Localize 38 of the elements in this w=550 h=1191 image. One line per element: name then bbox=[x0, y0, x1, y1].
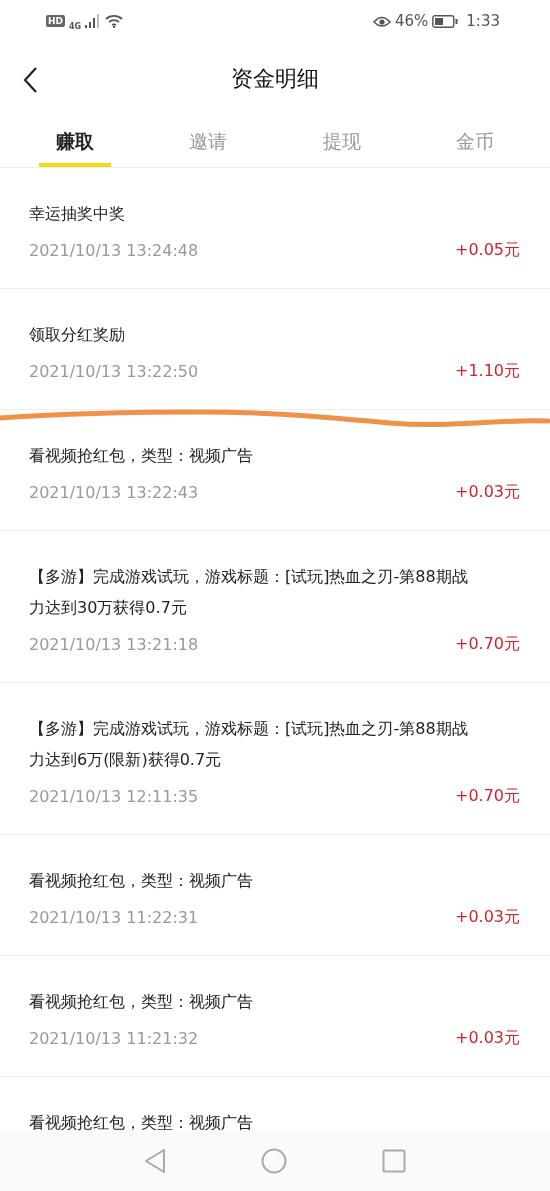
record-time: 2021/10/13 11:22:31 bbox=[29, 907, 199, 929]
network-type: 4G bbox=[69, 23, 82, 31]
record-time: 2021/10/13 13:21:18 bbox=[29, 634, 199, 656]
record-amount: +1.10元 bbox=[454, 359, 520, 382]
record-title: 【多游】完成游戏试玩，游戏标题：[试玩]热血之刃-第88期战力达到30万获得0.7元 bbox=[29, 566, 469, 619]
battery-percent: 46% bbox=[394, 10, 429, 32]
record-title: 看视频抢红包，类型：视频广告 bbox=[29, 1112, 254, 1134]
record-amount: +0.70元 bbox=[454, 632, 520, 655]
record-title: 领取分红奖励 bbox=[29, 324, 126, 346]
recents-nav-icon[interactable] bbox=[382, 1149, 406, 1173]
home-nav-icon[interactable] bbox=[261, 1148, 287, 1174]
wifi-icon bbox=[105, 14, 124, 28]
record-title: 看视频抢红包，类型：视频广告 bbox=[29, 870, 254, 892]
record-title: 幸运抽奖中奖 bbox=[29, 203, 126, 225]
tab[interactable]: 金币 bbox=[408, 126, 542, 167]
signal-icon bbox=[85, 14, 102, 28]
hd-indicator: HD bbox=[46, 14, 65, 28]
record-title: 看视频抢红包，类型：视频广告 bbox=[29, 445, 254, 467]
record-title: 【多游】完成游戏试玩，游戏标题：[试玩]热血之刃-第88期战力达到6万(限新)获得0.7元 bbox=[29, 718, 469, 771]
eye-icon bbox=[372, 14, 391, 28]
tab[interactable]: 提现 bbox=[275, 126, 409, 167]
record-time: 2021/10/13 12:11:35 bbox=[29, 786, 199, 808]
record-title: 看视频抢红包，类型：视频广告 bbox=[29, 991, 254, 1013]
clock: 1:33 bbox=[466, 10, 500, 32]
record-time: 2021/10/13 13:22:50 bbox=[29, 361, 199, 383]
record-amount: +0.03元 bbox=[454, 1026, 520, 1049]
tab[interactable]: 邀请 bbox=[141, 126, 275, 167]
battery-icon bbox=[432, 14, 459, 28]
record-time: 2021/10/13 11:21:32 bbox=[29, 1028, 199, 1050]
record-amount: +0.03元 bbox=[454, 480, 520, 503]
record-time: 2021/10/13 13:24:48 bbox=[29, 240, 199, 262]
tab[interactable]: 赚取 bbox=[8, 126, 142, 167]
record-time: 2021/10/13 13:22:43 bbox=[29, 482, 199, 504]
page-title: 资金明细 bbox=[231, 64, 319, 93]
record-amount: +0.05元 bbox=[454, 238, 520, 261]
back-nav-icon[interactable] bbox=[144, 1148, 166, 1174]
record-amount: +0.03元 bbox=[454, 905, 520, 928]
record-amount: +0.70元 bbox=[454, 784, 520, 807]
